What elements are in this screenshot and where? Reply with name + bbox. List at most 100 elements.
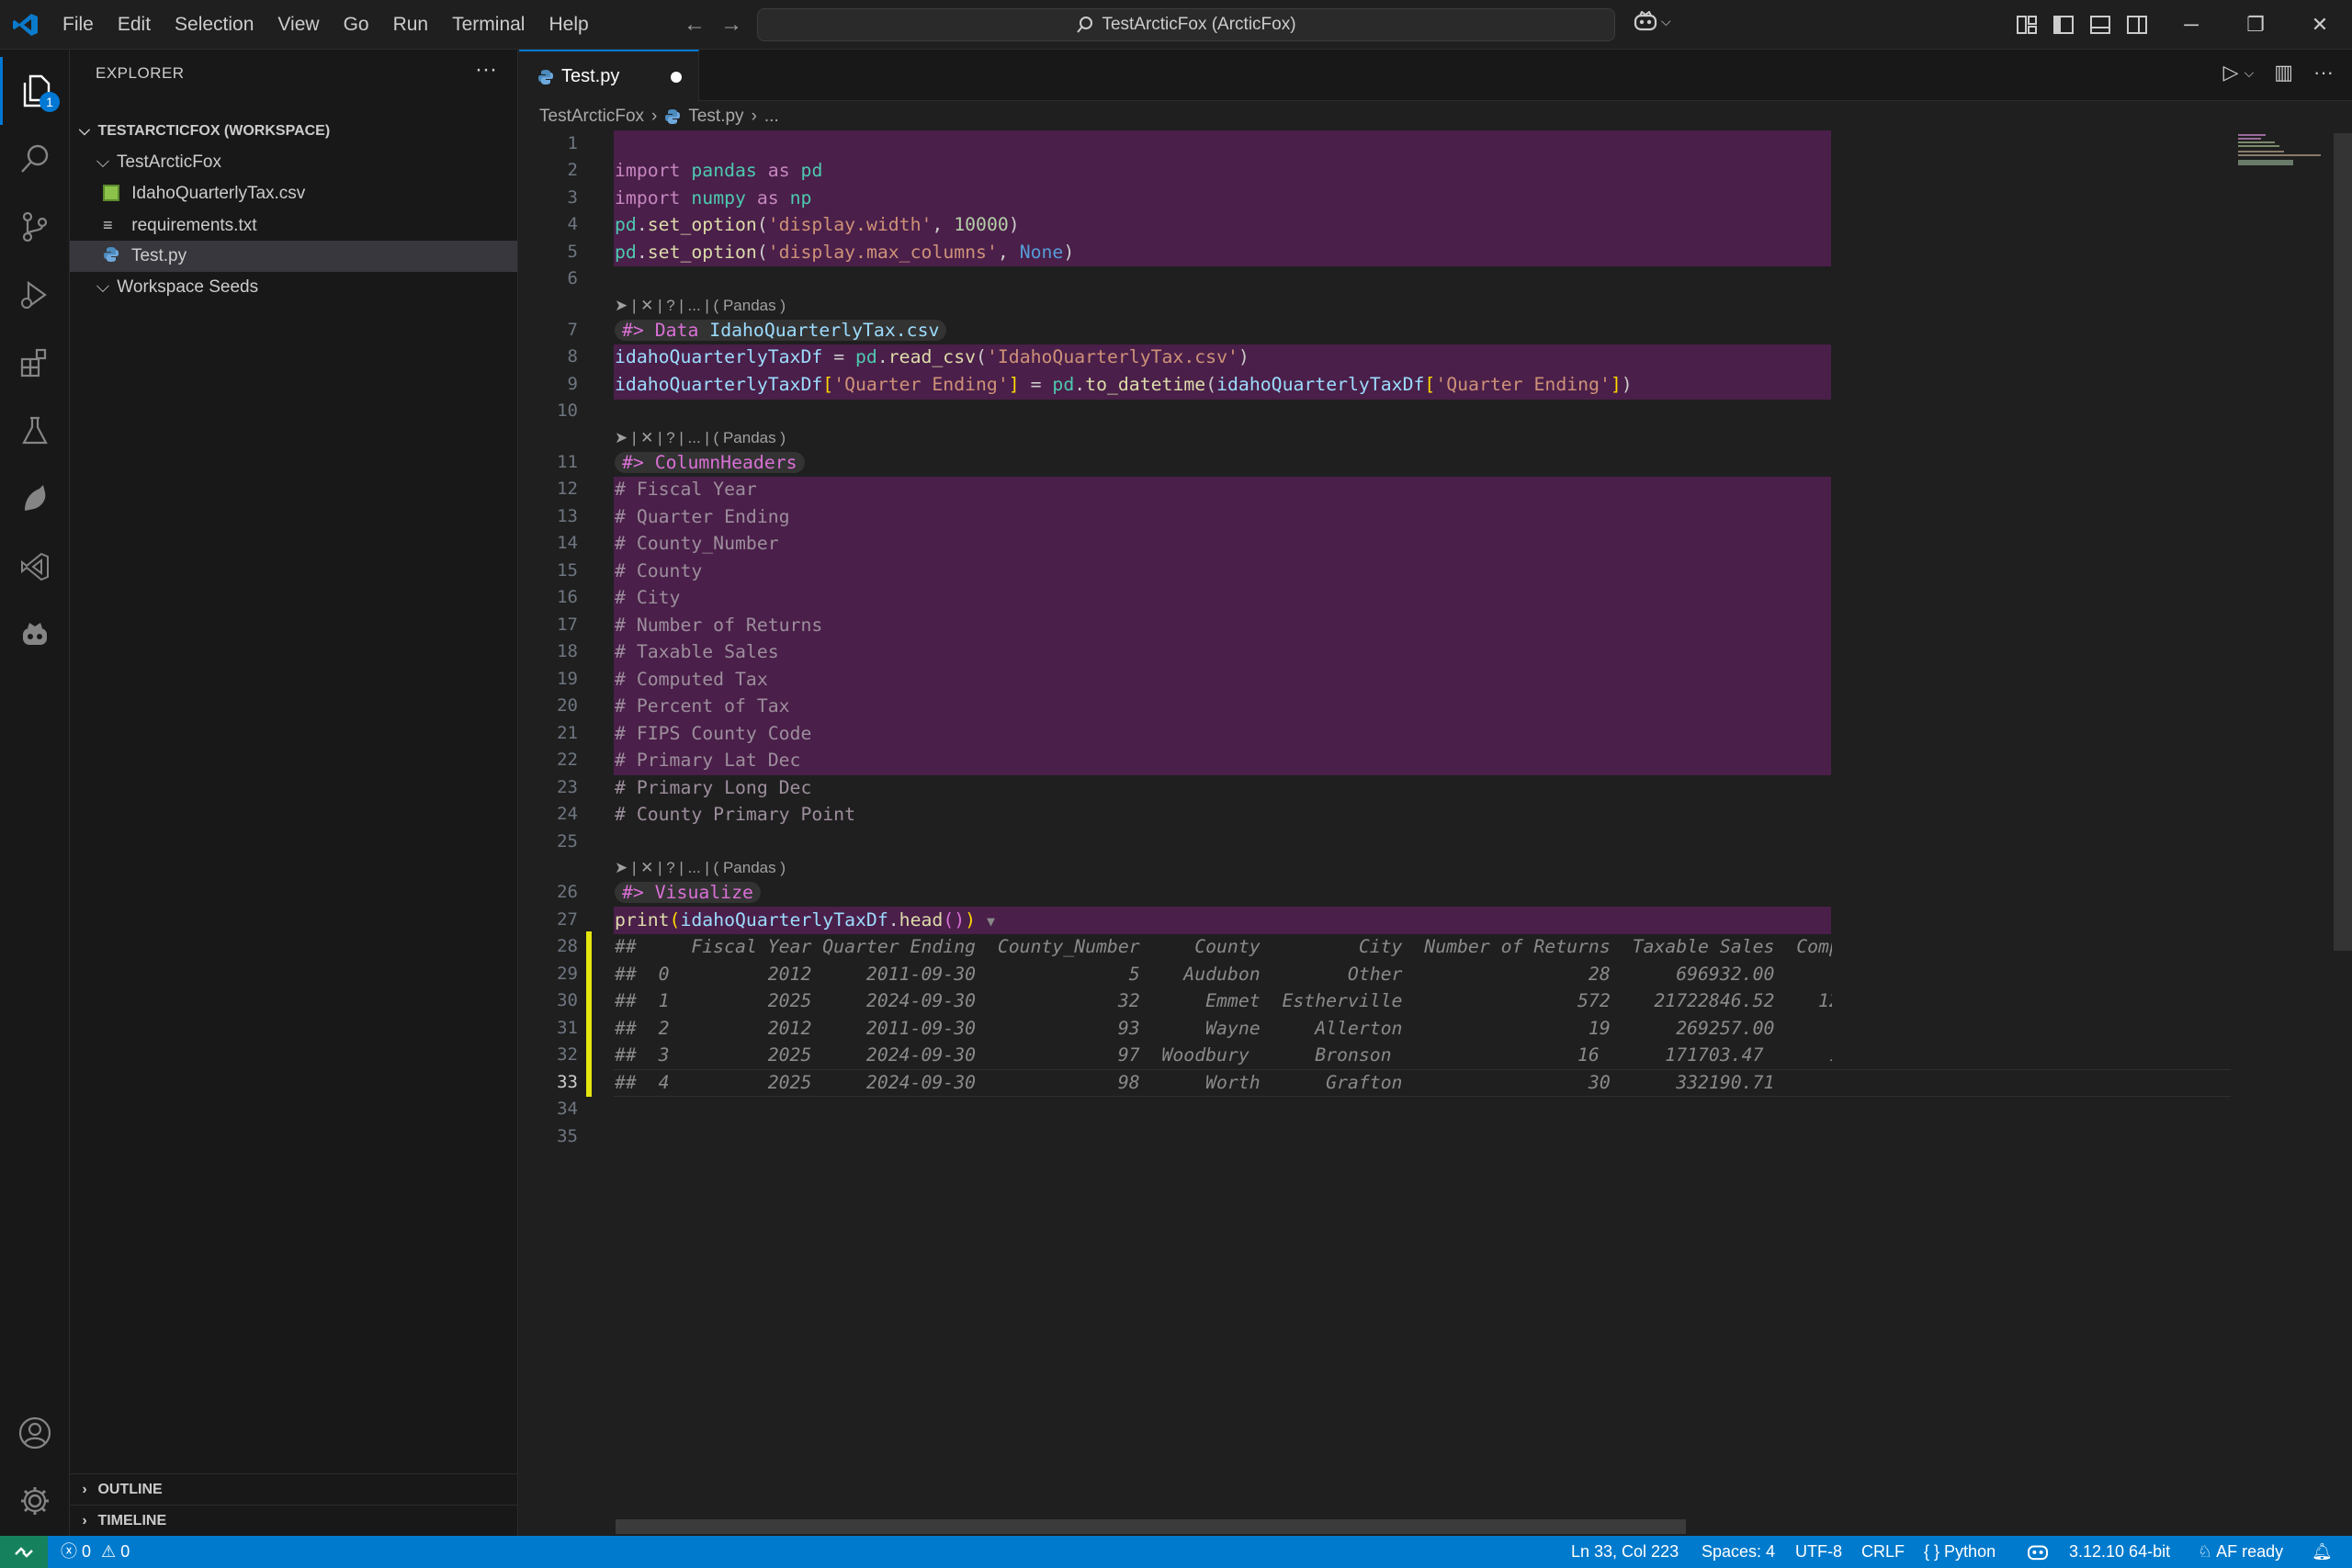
arcticfox-status[interactable]: ♘ AF ready	[2198, 1536, 2283, 1568]
menu-go[interactable]: Go	[332, 0, 381, 50]
timeline-section[interactable]: › TIMELINE	[70, 1505, 517, 1536]
line-number: 29	[557, 964, 578, 984]
comment-line: # Percent of Tax	[615, 695, 790, 716]
activity-bar: 1	[0, 50, 70, 1536]
customize-layout-icon[interactable]	[2008, 11, 2045, 39]
outline-section[interactable]: › OUTLINE	[70, 1473, 517, 1505]
copilot-menu[interactable]: ⌵	[1634, 11, 1671, 31]
copilot-icon	[1634, 11, 1657, 31]
remote-indicator-icon[interactable]	[0, 1536, 48, 1568]
line-number: 35	[557, 1126, 578, 1146]
code-editor[interactable]: 1 2 3 4 5 6 7 8 9 10 11 12 13 14 15 16 1…	[519, 130, 2352, 1536]
comment-line: # Number of Returns	[615, 615, 823, 636]
line-number: 6	[567, 268, 578, 288]
split-editor-icon[interactable]: ▥	[2274, 61, 2293, 85]
visual-studio-icon[interactable]	[0, 533, 70, 601]
output-row: ## 0 2012 2011-09-30 5 Audubon Other 28 …	[615, 964, 1775, 985]
code-line-8: idahoQuarterlyTaxDf = pd.read_csv('Idaho…	[615, 346, 1250, 367]
line-number: 16	[557, 587, 578, 607]
menu-help[interactable]: Help	[537, 0, 600, 50]
breadcrumb-file[interactable]: Test.py	[688, 107, 743, 127]
cursor-position[interactable]: Ln 33, Col 223	[1571, 1536, 1679, 1568]
source-control-icon[interactable]	[0, 193, 70, 261]
horizontal-scrollbar[interactable]	[616, 1519, 1686, 1534]
file-label: IdahoQuarterlyTax.csv	[131, 184, 306, 203]
minimize-icon[interactable]: ─	[2159, 0, 2223, 50]
more-actions-icon[interactable]: ···	[2313, 61, 2334, 85]
encoding[interactable]: UTF-8	[1795, 1536, 1842, 1568]
settings-gear-icon[interactable]	[0, 1467, 70, 1535]
search-icon[interactable]	[0, 125, 70, 193]
menu-file[interactable]: File	[51, 0, 106, 50]
testing-flask-icon[interactable]	[0, 397, 70, 465]
file-requirements-txt[interactable]: ≡ requirements.txt	[70, 209, 517, 241]
copilot-status-icon[interactable]	[2027, 1536, 2049, 1568]
vertical-scrollbar[interactable]	[2334, 133, 2352, 951]
output-row: ## 3 2025 2024-09-30 97 Woodbury Bronson…	[615, 1044, 1832, 1066]
warning-count: 0	[120, 1542, 130, 1561]
arcticfox-icon[interactable]	[0, 465, 70, 533]
line-number: 27	[557, 909, 578, 930]
status-bar: ⓧ 0 ⚠ 0 Ln 33, Col 223 Spaces: 4 UTF-8 C…	[0, 1536, 2352, 1568]
file-idahoquarterlytax-csv[interactable]: IdahoQuarterlyTax.csv	[70, 178, 517, 209]
chevron-right-icon: ›	[651, 107, 658, 126]
menu-view[interactable]: View	[266, 0, 331, 50]
breadcrumb-more[interactable]: ...	[764, 107, 779, 127]
copilot-icon[interactable]	[0, 601, 70, 669]
command-center[interactable]: TestArcticFox (ArcticFox)	[757, 8, 1615, 41]
codelens-actions[interactable]: ➤ | ✕ | ? | ... | ( Pandas )	[615, 854, 786, 881]
problems-indicator[interactable]: ⓧ 0 ⚠ 0	[61, 1536, 130, 1568]
chevron-right-icon: ›	[82, 1513, 87, 1529]
toggle-secondary-sidebar-icon[interactable]	[2119, 11, 2155, 39]
workspace-header[interactable]: ⌵ TESTARCTICFOX (WORKSPACE)	[70, 116, 517, 147]
line-number: 15	[557, 560, 578, 581]
line-number: 21	[557, 723, 578, 743]
extensions-icon[interactable]	[0, 329, 70, 397]
back-arrow-icon[interactable]: ←	[676, 11, 713, 39]
comment-line: # City	[615, 587, 681, 608]
run-play-icon[interactable]: ▷	[2223, 61, 2239, 85]
line-number: 2	[567, 160, 578, 180]
python-interpreter[interactable]: 3.12.10 64-bit	[2069, 1536, 2170, 1568]
line-number: 11	[557, 452, 578, 472]
line-ending[interactable]: CRLF	[1861, 1536, 1905, 1568]
breadcrumb-folder[interactable]: TestArcticFox	[539, 107, 644, 127]
toggle-panel-icon[interactable]	[2082, 11, 2119, 39]
accounts-icon[interactable]	[0, 1399, 70, 1467]
indentation[interactable]: Spaces: 4	[1702, 1536, 1775, 1568]
unsaved-dot-icon[interactable]	[671, 72, 682, 83]
line-number: 13	[557, 506, 578, 526]
title-bar: File Edit Selection View Go Run Terminal…	[0, 0, 2352, 50]
folder-testarcticfox[interactable]: ⌵ TestArcticFox	[70, 147, 517, 178]
comment-line: # County_Number	[615, 533, 779, 554]
chevron-right-icon: ›	[82, 1482, 87, 1497]
codelens-actions[interactable]: ➤ | ✕ | ? | ... | ( Pandas )	[615, 424, 786, 451]
chevron-down-icon: ⌵	[96, 152, 110, 172]
menu-edit[interactable]: Edit	[106, 0, 163, 50]
codelens-actions[interactable]: ➤ | ✕ | ? | ... | ( Pandas )	[615, 292, 786, 319]
menu-selection[interactable]: Selection	[163, 0, 266, 50]
file-test-py[interactable]: Test.py	[70, 241, 517, 272]
toggle-primary-sidebar-icon[interactable]	[2045, 11, 2082, 39]
tab-test-py[interactable]: Test.py	[519, 50, 699, 102]
line-number: 32	[557, 1044, 578, 1065]
forward-arrow-icon[interactable]: →	[713, 11, 750, 39]
menu-terminal[interactable]: Terminal	[440, 0, 537, 50]
folder-workspace-seeds[interactable]: ⌵ Workspace Seeds	[70, 272, 517, 303]
more-actions-icon[interactable]: ···	[475, 57, 497, 83]
line-number: 20	[557, 695, 578, 716]
language-mode[interactable]: { } Python	[1924, 1536, 1996, 1568]
menu-run[interactable]: Run	[381, 0, 441, 50]
comment-line: # Fiscal Year	[615, 479, 757, 500]
explorer-icon[interactable]: 1	[0, 57, 70, 125]
file-label: Test.py	[130, 246, 187, 265]
close-icon[interactable]: ✕	[2288, 0, 2352, 50]
chevron-down-icon: ⌵	[1661, 13, 1671, 28]
run-debug-icon[interactable]	[0, 261, 70, 329]
minimap[interactable]	[2238, 130, 2330, 186]
notifications-bell-icon[interactable]: 🔔︎	[2312, 1536, 2333, 1568]
restore-icon[interactable]: ❐	[2223, 0, 2288, 50]
modified-lines-indicator	[586, 931, 592, 1097]
code-line-11: #> ColumnHeaders	[615, 449, 805, 476]
chevron-down-icon[interactable]: ⌵	[2245, 65, 2255, 81]
